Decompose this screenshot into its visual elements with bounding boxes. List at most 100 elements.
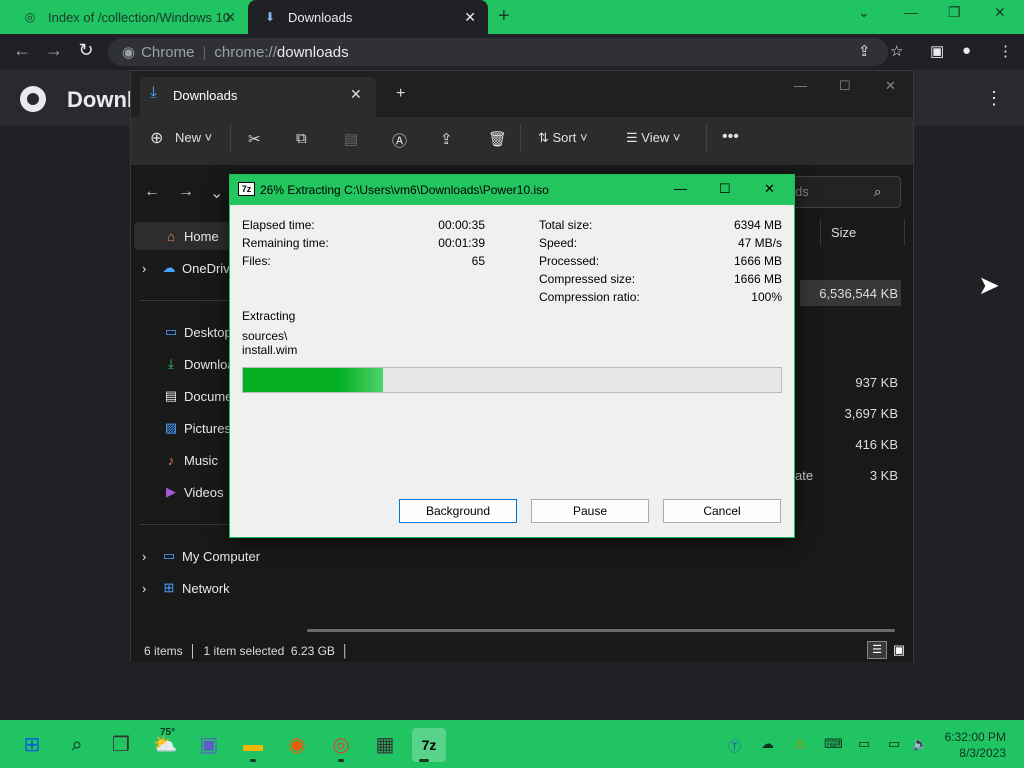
rename-icon[interactable]: Ⓐ	[392, 130, 407, 151]
document-icon: ▤	[164, 388, 178, 403]
forward-button[interactable]: →	[42, 40, 66, 61]
nav-item-videos[interactable]: ▶ Videos	[162, 480, 224, 504]
current-path-line1: sources\	[242, 329, 288, 343]
clock[interactable]: 6:32:00 PM 8/3/2023	[930, 729, 1006, 761]
nav-item-onedrive[interactable]: › ☁ OneDriv	[142, 256, 230, 280]
explorer-new-tab-button[interactable]: +	[396, 85, 405, 103]
nav-label: Network	[182, 580, 230, 596]
7zip-taskbar-icon[interactable]: 7z	[412, 728, 446, 762]
size-cell: 3 KB	[869, 468, 898, 483]
start-button[interactable]: ⊞	[15, 728, 49, 762]
compression-ratio-label: Compression ratio:	[539, 290, 640, 304]
display-tray-icon[interactable]: ▭	[858, 736, 870, 752]
close-icon[interactable]: ✕	[224, 9, 236, 26]
action-label: Extracting	[242, 309, 296, 323]
ribbon-divider	[706, 124, 707, 152]
tiles-view-button[interactable]: ▣	[890, 641, 908, 659]
search-icon[interactable]: ⌕	[874, 184, 881, 200]
extract-progress-bar	[242, 367, 782, 393]
chrome-icon[interactable]: ◎	[324, 728, 358, 762]
nav-item-documents[interactable]: ▤ Docume	[162, 384, 233, 408]
address-bar[interactable]: ◉ Chrome | chrome://downloads	[108, 38, 888, 66]
chevron-right-icon[interactable]: ›	[142, 581, 160, 596]
new-button[interactable]: New ˅	[175, 130, 212, 145]
dialog-close-button[interactable]: ✕	[764, 181, 775, 197]
cancel-button[interactable]: Cancel	[663, 499, 781, 523]
chevron-down-icon[interactable]: ⌄	[858, 4, 870, 21]
sort-button[interactable]: ⇅ Sort ˅	[538, 130, 588, 146]
close-icon[interactable]: ✕	[464, 9, 476, 26]
explorer-close-button[interactable]: ✕	[885, 78, 896, 94]
search-icon[interactable]: ⌕	[60, 728, 94, 762]
recent-locations-icon[interactable]: ⌄	[210, 183, 223, 203]
nav-item-desktop[interactable]: ▭ Desktop	[162, 320, 232, 344]
nav-label: My Computer	[182, 548, 261, 564]
nav-item-downloads[interactable]: ⤓ Downloa	[162, 352, 234, 376]
background-button[interactable]: Background	[399, 499, 517, 523]
store-icon[interactable]: ▦	[368, 728, 402, 762]
search-placeholder: ds	[795, 184, 809, 199]
compressed-size-label: Compressed size:	[539, 272, 636, 286]
copy-icon[interactable]: ⧉	[296, 130, 307, 147]
keyboard-tray-icon[interactable]: ⌨	[824, 736, 843, 752]
view-button[interactable]: ☰ View ˅	[626, 130, 680, 146]
files-label: Files:	[242, 254, 271, 268]
close-window-button[interactable]: ✕	[994, 4, 1006, 21]
reload-button[interactable]: ↻	[74, 40, 98, 61]
delete-icon[interactable]: 🗑	[488, 130, 507, 148]
firefox-icon[interactable]: ◉	[280, 728, 314, 762]
security-tray-icon[interactable]: ⚠	[794, 736, 806, 752]
bookmark-star-icon[interactable]: ☆	[890, 42, 903, 60]
more-options-icon[interactable]: •••	[722, 128, 739, 146]
nav-label: Desktop	[184, 324, 232, 340]
chevron-right-icon[interactable]: ›	[142, 549, 160, 564]
total-size-label: Total size:	[539, 218, 593, 232]
pause-button[interactable]: Pause	[531, 499, 649, 523]
profile-icon[interactable]: ●	[962, 42, 971, 59]
teams-tray-icon[interactable]: Ⓣ	[728, 736, 741, 755]
share-icon[interactable]: ⇪	[858, 42, 871, 60]
nav-item-my-computer[interactable]: › ▭ My Computer	[142, 544, 260, 568]
new-tab-button[interactable]: +	[498, 5, 510, 28]
nav-item-music[interactable]: ♪ Music	[162, 448, 218, 472]
restore-button[interactable]: ❐	[948, 4, 961, 21]
desktop-icon: ▭	[164, 324, 178, 339]
share-icon[interactable]: ⇪	[440, 130, 453, 148]
explorer-maximize-button[interactable]: ☐	[839, 78, 851, 94]
column-header-size[interactable]: Size	[820, 220, 905, 246]
teams-chat-icon[interactable]: ▣	[192, 728, 226, 762]
downloads-menu-icon[interactable]: ⋮	[985, 88, 1003, 109]
onedrive-tray-icon[interactable]: ☁	[761, 736, 774, 752]
dialog-title: 26% Extracting C:\Users\vm6\Downloads\Po…	[260, 183, 549, 197]
close-icon[interactable]: ✕	[350, 86, 362, 103]
back-button[interactable]: ←	[144, 183, 160, 201]
music-icon: ♪	[167, 452, 175, 468]
volume-icon[interactable]: 🔈	[912, 736, 928, 752]
details-view-button[interactable]: ☰	[867, 641, 887, 659]
back-button[interactable]: ←	[10, 40, 34, 61]
task-view-icon[interactable]: ❐	[104, 728, 138, 762]
remaining-time-label: Remaining time:	[242, 236, 329, 250]
tab-downloads[interactable]: ⬇ Downloads ✕	[248, 0, 488, 34]
horizontal-scrollbar[interactable]	[307, 629, 895, 632]
chrome-menu-icon[interactable]: ⋮	[998, 42, 1013, 60]
network-tray-icon[interactable]: ▭	[888, 736, 900, 752]
nav-item-pictures[interactable]: ▨ Pictures	[162, 416, 231, 440]
side-panel-icon[interactable]: ▣	[930, 42, 944, 60]
forward-button[interactable]: →	[178, 183, 194, 201]
chrome-logo-icon	[20, 86, 46, 112]
home-icon: ⌂	[167, 228, 175, 244]
minimize-button[interactable]: —	[904, 4, 918, 20]
nav-item-network[interactable]: › ⊞ Network	[142, 576, 230, 600]
mouse-cursor-icon: ➤	[978, 270, 1000, 300]
dialog-maximize-button[interactable]: ☐	[719, 181, 731, 197]
cut-icon[interactable]: ✂	[248, 130, 261, 148]
chevron-right-icon[interactable]: ›	[142, 261, 160, 276]
explorer-tab-label: Downloads	[173, 88, 238, 103]
file-explorer-icon[interactable]: ▬	[236, 728, 270, 762]
dialog-minimize-button[interactable]: —	[674, 181, 687, 196]
paste-icon[interactable]: ▤	[344, 130, 358, 148]
explorer-minimize-button[interactable]: —	[794, 78, 807, 93]
tab-index-collection[interactable]: ◎ Index of /collection/Windows 10 ✕	[8, 0, 248, 34]
speed-value: 47 MB/s	[737, 236, 782, 250]
